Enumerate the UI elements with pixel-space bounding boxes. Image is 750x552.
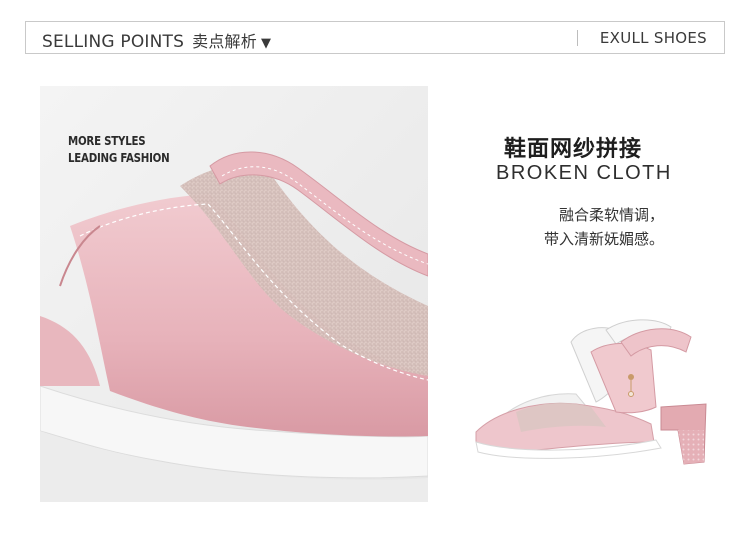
- section-title-en: SELLING POINTS: [42, 32, 185, 52]
- caption-line-1: MORE STYLES: [68, 133, 146, 148]
- feature-description: 融合柔软情调， 带入清新妩媚感。: [544, 203, 664, 251]
- dropdown-arrow-icon: ▼: [260, 36, 272, 51]
- sandal-product-image: [475, 319, 707, 465]
- closeup-photo: MORE STYLES LEADING FASHION: [40, 86, 428, 502]
- feature-title-en: BROKEN CLOTH: [496, 162, 672, 184]
- feature-desc-line-2: 带入清新妩媚感。: [543, 230, 664, 248]
- section-header: SELLING POINTS 卖点解析 ▼ EXULL SHOES: [25, 21, 725, 54]
- feature-desc-line-1: 融合柔软情调，: [558, 206, 664, 224]
- brand-name: EXULL SHOES: [599, 29, 707, 47]
- style-caption: MORE STYLES LEADING FASHION: [68, 132, 170, 166]
- section-title-cn: 卖点解析: [192, 32, 257, 51]
- caption-line-2: LEADING FASHION: [68, 150, 170, 165]
- header-divider: [577, 30, 578, 46]
- section-title: SELLING POINTS 卖点解析 ▼: [42, 28, 271, 52]
- feature-title-cn: 鞋面网纱拼接: [504, 137, 643, 162]
